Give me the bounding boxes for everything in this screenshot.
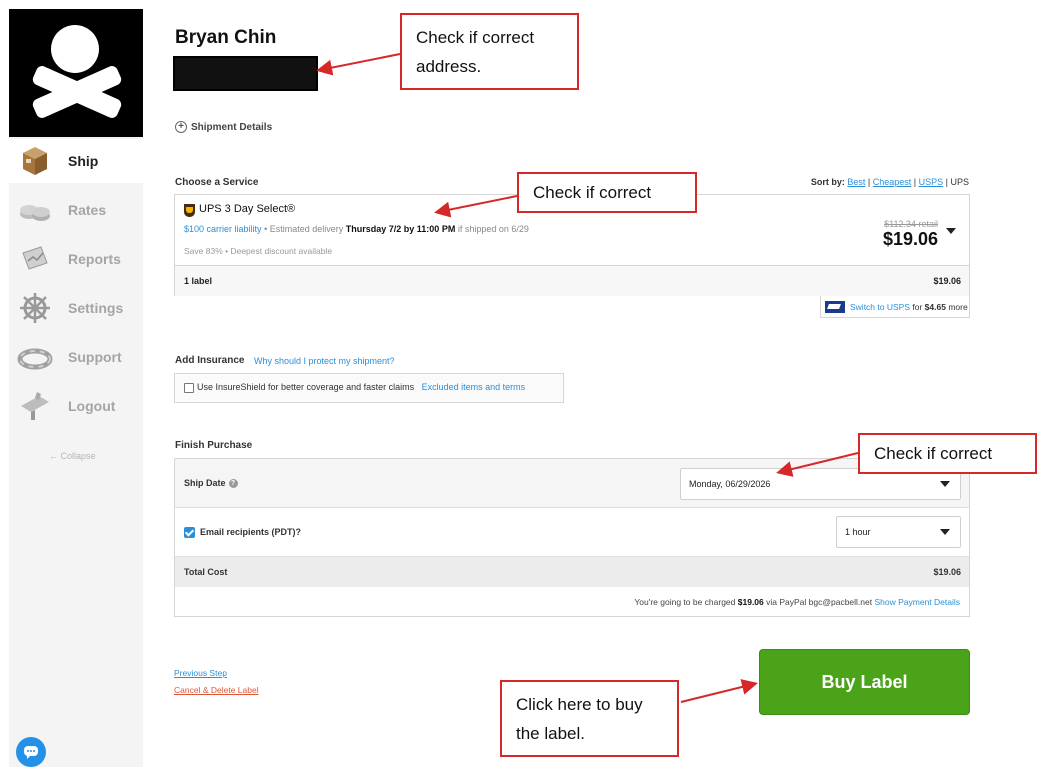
switch-more-text: more [948, 301, 968, 312]
chat-icon [24, 746, 38, 759]
collapse-sidebar-link[interactable]: ← Collapse [49, 451, 96, 461]
sort-option-cheapest[interactable]: Cheapest [873, 177, 912, 187]
ship-date-value: Monday, 06/29/2026 [689, 479, 771, 489]
ship-date-row: Ship Date? Monday, 06/29/2026 [175, 459, 969, 508]
sidebar-item-ship[interactable]: Ship [9, 139, 143, 183]
add-insurance-title: Add Insurance [175, 355, 245, 366]
total-cost-value: $19.06 [933, 567, 961, 577]
reports-icon [22, 246, 48, 270]
callout-ship-date: Check if correct [858, 433, 1037, 474]
finish-purchase-title: Finish Purchase [175, 440, 253, 451]
sidebar-item-label: Logout [68, 398, 116, 414]
sort-by-label: Sort by: [810, 177, 845, 187]
sidebar-item-logout[interactable]: Logout [9, 384, 143, 428]
ups-logo-icon [184, 204, 195, 217]
email-timing-value: 1 hour [845, 527, 871, 537]
choose-service-title: Choose a Service [175, 177, 259, 188]
previous-step-link[interactable]: Previous Step [174, 668, 227, 678]
charge-prefix: You're going to be charged [634, 597, 736, 607]
skull-crossbones-icon [32, 25, 122, 118]
sidebar-item-rates[interactable]: Rates [9, 188, 143, 232]
sort-option-best[interactable]: Best [847, 177, 865, 187]
email-timing-select[interactable]: 1 hour [836, 516, 961, 548]
cancel-delete-label-link[interactable]: Cancel & Delete Label [174, 685, 259, 695]
service-savings: Save 83% • Deepest discount available [184, 246, 333, 256]
arrow-to-address [316, 53, 401, 76]
charge-via: via PayPal bgc@pacbell.net [766, 597, 873, 607]
ship-date-label-text: Ship Date [184, 478, 226, 488]
sidebar-item-label: Reports [68, 251, 121, 267]
coins-icon [20, 205, 50, 221]
total-cost-row: Total Cost $19.06 [175, 557, 969, 587]
insureshield-text: Use InsureShield for better coverage and… [197, 382, 525, 392]
service-name: UPS 3 Day Select® [199, 203, 296, 215]
callout-address: Check if correct address. [400, 13, 579, 90]
switch-to-usps[interactable]: Switch to USPS for $4.65 more [820, 296, 970, 318]
excluded-items-link[interactable]: Excluded items and terms [422, 382, 526, 392]
carrier-liability-link[interactable]: $100 carrier liability [184, 224, 262, 234]
retail-price: $112.34 retail [884, 219, 938, 229]
plus-circle-icon: + [175, 121, 187, 133]
total-cost-label: Total Cost [184, 567, 228, 577]
label-price: $19.06 [933, 276, 961, 286]
chevron-down-icon [940, 529, 950, 535]
charge-text: You're going to be charged $19.06 via Pa… [634, 597, 960, 607]
shipment-details-toggle[interactable]: + Shipment Details [175, 121, 272, 133]
sidebar: Ship Rates Reports Settings Support Logo… [9, 9, 143, 767]
life-ring-icon [17, 348, 53, 370]
email-recipients-checkbox[interactable] [184, 527, 195, 538]
finish-purchase-panel: Ship Date? Monday, 06/29/2026 Email reci… [174, 458, 970, 617]
email-recipients-row: Email recipients (PDT)? 1 hour [175, 508, 969, 557]
estimated-delivery-prefix: • Estimated delivery [264, 224, 344, 234]
shipment-details-label: Shipment Details [191, 121, 273, 133]
switch-amount: $4.65 [924, 301, 946, 312]
switch-to-usps-link[interactable]: Switch to USPS [850, 302, 910, 312]
insurance-option: Use InsureShield for better coverage and… [174, 373, 564, 403]
usps-logo-icon [825, 300, 845, 313]
sidebar-item-label: Support [68, 349, 122, 365]
service-delivery-info: $100 carrier liability • Estimated deliv… [184, 224, 529, 234]
sidebar-item-label: Ship [68, 153, 99, 169]
package-icon [23, 147, 47, 175]
show-payment-details-link[interactable]: Show Payment Details [874, 597, 960, 607]
recipient-name: Bryan Chin [175, 27, 277, 48]
email-recipients-label: Email recipients (PDT)? [200, 527, 302, 537]
sidebar-item-label: Rates [68, 202, 107, 218]
insureshield-checkbox[interactable] [184, 383, 194, 393]
sort-option-ups[interactable]: UPS [950, 177, 969, 187]
estimated-delivery-suffix: if shipped on 6/29 [457, 224, 529, 234]
switch-for-text: for [912, 301, 923, 312]
sidebar-item-label: Settings [68, 300, 124, 316]
logout-icon [21, 392, 49, 420]
label-count: 1 label [184, 276, 213, 286]
app-logo [9, 9, 143, 137]
chevron-down-icon [940, 481, 950, 487]
insurance-why-link[interactable]: Why should I protect my shipment? [254, 356, 395, 366]
recipient-address-redacted [173, 56, 318, 91]
insureshield-label: Use InsureShield for better coverage and… [197, 382, 415, 392]
label-summary-row: 1 label $19.06 [175, 266, 969, 296]
ship-date-label: Ship Date? [184, 478, 238, 489]
sidebar-item-reports[interactable]: Reports [9, 237, 143, 281]
charge-amount: $19.06 [737, 597, 764, 607]
sort-by: Sort by: Best | Cheapest | USPS | UPS [810, 177, 969, 187]
help-icon[interactable]: ? [228, 479, 238, 489]
arrow-to-buy-label [680, 679, 758, 703]
chevron-down-icon[interactable] [946, 228, 956, 234]
sidebar-item-support[interactable]: Support [9, 335, 143, 379]
ship-wheel-icon [20, 293, 50, 323]
callout-service: Check if correct [517, 172, 697, 213]
service-price: $19.06 [882, 229, 938, 249]
estimated-delivery-date: Thursday 7/2 by 11:00 PM [345, 224, 456, 234]
chat-button[interactable] [16, 737, 46, 767]
sidebar-item-settings[interactable]: Settings [9, 286, 143, 330]
payment-info-row: You're going to be charged $19.06 via Pa… [175, 587, 969, 616]
sort-option-usps[interactable]: USPS [919, 177, 944, 187]
callout-buy: Click here to buy the label. [500, 680, 679, 757]
buy-label-button[interactable]: Buy Label [759, 649, 970, 715]
